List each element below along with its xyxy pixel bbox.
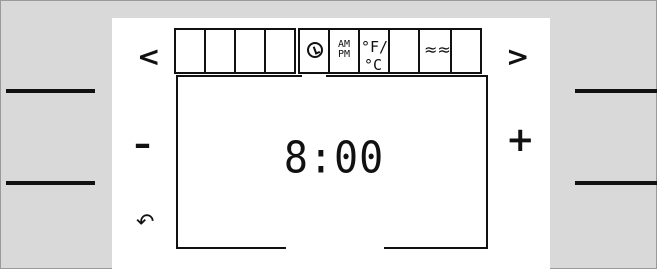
tab-temperature-unit[interactable]: °F/°C [358, 28, 390, 74]
waves-icon: ≈≈ [424, 40, 451, 59]
next-button[interactable]: > [506, 43, 529, 71]
tab-10[interactable] [450, 28, 482, 74]
temperature-unit-icon: °F/°C [361, 38, 389, 74]
main-display: 8:00 [176, 75, 488, 249]
back-button[interactable]: ↶ [136, 209, 154, 237]
right-upper-marker [575, 89, 657, 93]
previous-button[interactable]: < [137, 43, 160, 71]
tab-1[interactable] [174, 28, 206, 74]
display-top-right-border [326, 75, 486, 77]
tab-waves[interactable]: ≈≈ [418, 28, 452, 74]
am-pm-icon: AM PM [332, 40, 356, 60]
pm-label: PM [337, 49, 351, 60]
right-lower-marker [575, 181, 657, 185]
control-panel: < > – + ↶ AM PM °F/°C ≈≈ 8:00 [112, 18, 550, 269]
tab-8[interactable] [388, 28, 420, 74]
minus-button[interactable]: – [134, 127, 151, 161]
tab-am-pm[interactable]: AM PM [328, 28, 360, 74]
clock-icon [307, 42, 323, 58]
display-bottom-right-border [384, 247, 486, 249]
plus-button[interactable]: + [506, 123, 535, 157]
tab-3[interactable] [234, 28, 266, 74]
tab-bar: AM PM °F/°C ≈≈ [174, 28, 490, 74]
tab-clock[interactable] [298, 28, 330, 74]
left-lower-marker [6, 181, 95, 185]
tab-4[interactable] [264, 28, 296, 74]
tab-2[interactable] [204, 28, 236, 74]
left-upper-marker [6, 89, 95, 93]
display-bottom-left-border [178, 247, 286, 249]
time-readout: 8:00 [283, 132, 385, 184]
display-top-left-border [178, 75, 302, 77]
